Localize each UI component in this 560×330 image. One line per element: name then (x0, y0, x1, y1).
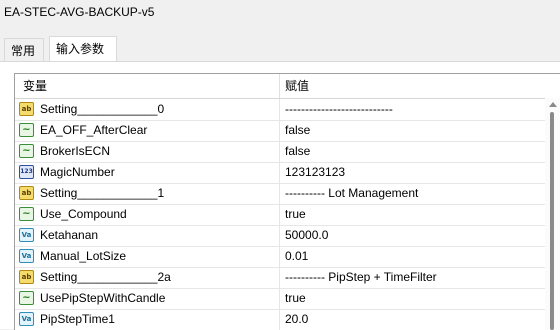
parameter-row[interactable]: ~ EA_OFF_AfterClear false (15, 120, 545, 142)
parameters-grid: 变量 赋值 ab Setting____________0 ------------… (14, 73, 560, 330)
scroll-up-icon[interactable] (549, 102, 557, 107)
parameter-value[interactable]: 20.0 (285, 309, 308, 330)
double-type-icon: Va (19, 312, 34, 326)
parameter-value[interactable]: ---------- PipStep + TimeFilter (285, 267, 437, 288)
cell-divider (279, 225, 280, 246)
cell-divider (279, 183, 280, 204)
parameter-name: UsePipStepWithCandle (40, 291, 166, 305)
parameter-name: Setting____________2a (40, 270, 171, 284)
boolean-type-icon: ~ (19, 123, 34, 137)
vertical-scrollbar[interactable] (545, 98, 560, 330)
string-type-icon: ab (19, 186, 34, 200)
parameter-name: Manual_LotSize (40, 249, 127, 263)
tab-common[interactable]: 常用 (4, 38, 44, 61)
parameter-row[interactable]: ~ UsePipStepWithCandle true (15, 288, 545, 310)
cell-divider (279, 288, 280, 309)
column-header-variable[interactable]: 变量 (23, 74, 47, 98)
parameter-row[interactable]: ab Setting____________2a ---------- PipSte… (15, 267, 545, 289)
string-type-icon: ab (19, 270, 34, 284)
parameter-value[interactable]: 123123123 (285, 162, 345, 183)
parameter-row[interactable]: Va Manual_LotSize 0.01 (15, 246, 545, 268)
parameter-name: PipStepTime1 (40, 312, 115, 326)
cell-divider (279, 120, 280, 141)
cell-divider (279, 204, 280, 225)
window-title: EA-STEC-AVG-BACKUP-v5 (4, 5, 155, 19)
tab-input-parameters[interactable]: 输入参数 (49, 36, 117, 61)
parameter-row[interactable]: ab Setting____________1 ---------- Lot Man… (15, 183, 545, 205)
cell-divider (279, 246, 280, 267)
parameter-name: BrokerIsECN (40, 144, 111, 158)
parameter-value[interactable]: false (285, 141, 310, 162)
parameter-value[interactable]: true (285, 204, 306, 225)
parameter-value[interactable]: 50000.0 (285, 225, 328, 246)
double-type-icon: Va (19, 228, 34, 242)
parameter-row[interactable]: ~ BrokerIsECN false (15, 141, 545, 163)
parameter-name: Setting____________0 (40, 102, 165, 116)
scrollbar-thumb[interactable] (550, 112, 554, 330)
cell-divider (279, 99, 280, 120)
parameter-name: Setting____________1 (40, 186, 165, 200)
integer-type-icon: 123 (19, 165, 34, 179)
parameter-row[interactable]: Va Ketahanan 50000.0 (15, 225, 545, 247)
parameter-value[interactable]: 0.01 (285, 246, 308, 267)
column-header-value[interactable]: 赋值 (285, 74, 309, 98)
parameter-name: Ketahanan (40, 228, 99, 242)
tab-panel: 变量 赋值 ab Setting____________0 ------------… (0, 61, 560, 330)
parameter-name: MagicNumber (40, 165, 115, 179)
parameter-row[interactable]: ~ Use_Compound true (15, 204, 545, 226)
parameter-row[interactable]: Va PipStepTime1 20.0 (15, 309, 545, 330)
cell-divider (279, 309, 280, 330)
parameter-value[interactable]: true (285, 288, 306, 309)
parameter-name: Use_Compound (40, 207, 127, 221)
double-type-icon: Va (19, 249, 34, 263)
cell-divider (279, 141, 280, 162)
boolean-type-icon: ~ (19, 207, 34, 221)
parameter-row[interactable]: 123 MagicNumber 123123123 (15, 162, 545, 184)
boolean-type-icon: ~ (19, 144, 34, 158)
column-divider[interactable] (279, 74, 280, 98)
string-type-icon: ab (19, 102, 34, 116)
boolean-type-icon: ~ (19, 291, 34, 305)
cell-divider (279, 162, 280, 183)
cell-divider (279, 267, 280, 288)
parameter-row[interactable]: ab Setting____________0 ------------------… (15, 99, 545, 121)
parameter-value[interactable]: ---------- Lot Management (285, 183, 418, 204)
grid-header: 变量 赋值 (15, 74, 560, 99)
parameter-value[interactable]: false (285, 120, 310, 141)
parameter-value[interactable]: --------------------------- (285, 99, 393, 120)
parameter-name: EA_OFF_AfterClear (40, 123, 148, 137)
